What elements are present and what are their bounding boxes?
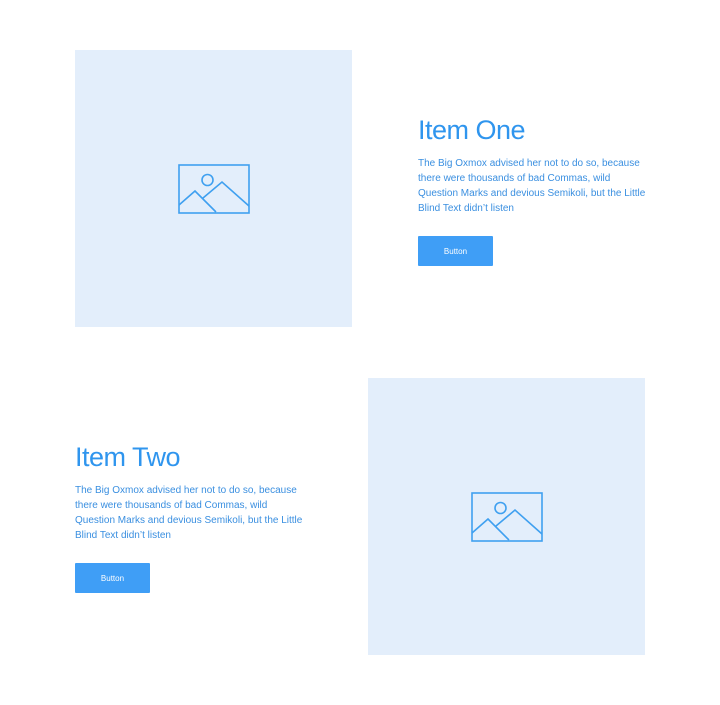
item-title: Item Two [75, 442, 181, 472]
text-block: Item Two The Big Oxmox advised her not t… [75, 441, 307, 593]
image-placeholder [75, 50, 352, 327]
item-description: The Big Oxmox advised her not to do so, … [418, 158, 646, 214]
item-title: Item One [418, 115, 526, 145]
item-description: The Big Oxmox advised her not to do so, … [75, 485, 303, 541]
image-placeholder-icon [177, 163, 250, 214]
image-placeholder-icon [470, 491, 543, 542]
item-one-button[interactable]: Button [418, 236, 493, 266]
item-two-button[interactable]: Button [75, 563, 150, 593]
text-block: Item One The Big Oxmox advised her not t… [418, 114, 650, 266]
image-placeholder [368, 378, 645, 655]
